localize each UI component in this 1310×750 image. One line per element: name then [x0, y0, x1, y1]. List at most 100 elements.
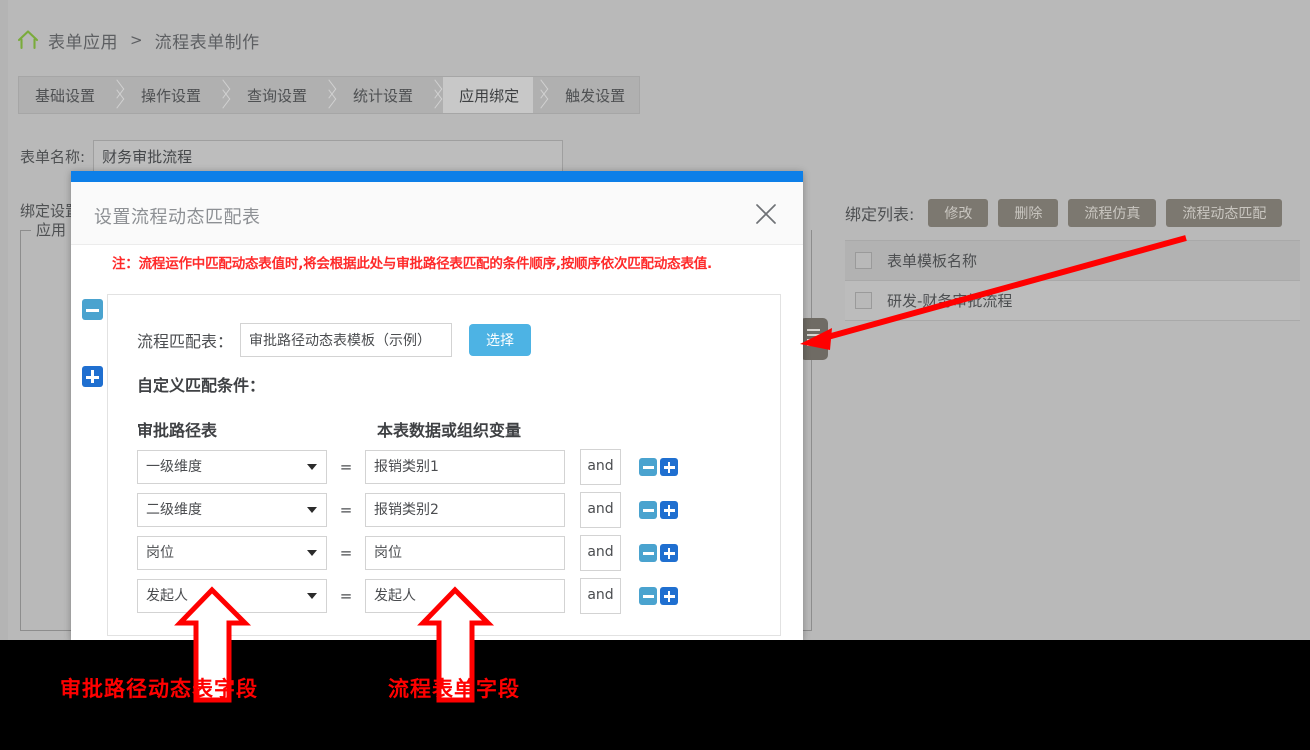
row-action-buttons [639, 501, 678, 519]
delete-button[interactable]: 删除 [998, 199, 1059, 227]
bind-list-title: 绑定列表: [845, 205, 915, 224]
tab-trigger-settings[interactable]: 触发设置 [549, 77, 639, 113]
minus-square-icon[interactable] [82, 299, 103, 320]
process-dynamic-match-button[interactable]: 流程动态匹配 [1166, 199, 1283, 227]
match-table-row: 流程匹配表： 审批路径动态表模板（示例） 选择 [137, 323, 532, 357]
tab-divider-icon [427, 77, 443, 113]
tab-query-settings[interactable]: 查询设置 [231, 77, 321, 113]
bind-list-table: 表单模板名称 研发-财务审批流程 [845, 240, 1300, 321]
row-checkbox[interactable] [855, 292, 872, 309]
tab-operation-settings[interactable]: 操作设置 [125, 77, 215, 113]
breadcrumb: 表单应用 > 流程表单制作 [16, 25, 260, 55]
approval-field-select[interactable]: 二级维度 [137, 493, 327, 527]
tab-basic-settings[interactable]: 基础设置 [19, 77, 109, 113]
edit-button[interactable]: 修改 [928, 199, 989, 227]
form-name-label: 表单名称: [20, 147, 86, 166]
approval-field-select[interactable]: 一级维度 [137, 450, 327, 484]
bottom-black-strip [0, 640, 1310, 750]
match-config-card: 流程匹配表： 审批路径动态表模板（示例） 选择 自定义匹配条件： 审批路径表 本… [107, 294, 781, 636]
pick-button[interactable]: 选择 [469, 324, 532, 356]
approval-field-value: 一级维度 [146, 459, 202, 475]
row-action-buttons [639, 544, 678, 562]
bind-list-panel: 绑定列表: 修改 删除 流程仿真 流程动态匹配 表单模板名称 研发-财务审批流程 [845, 196, 1300, 321]
dialog-body: 注：流程运作中匹配动态表值时,将会根据此处与审批路径表匹配的条件顺序,按顺序依次… [71, 245, 803, 641]
select-all-checkbox[interactable] [855, 252, 872, 269]
match-table-input[interactable]: 审批路径动态表模板（示例） [240, 323, 453, 357]
tab-label: 操作设置 [141, 86, 202, 105]
tab-label: 应用绑定 [459, 86, 520, 105]
minus-square-icon[interactable] [639, 458, 657, 476]
approval-field-value: 岗位 [146, 545, 174, 561]
tab-divider-icon [109, 77, 125, 113]
fieldset-top-cap [21, 230, 31, 231]
cell-template-name: 研发-财务审批流程 [887, 292, 1013, 310]
process-simulation-button[interactable]: 流程仿真 [1068, 199, 1157, 227]
conjunction-select[interactable]: and [580, 449, 621, 485]
tab-label: 统计设置 [353, 86, 414, 105]
condition-row: 二级维度 = 报销类别2 and [137, 492, 678, 528]
custom-condition-label: 自定义匹配条件： [137, 376, 266, 395]
table-header-row: 表单模板名称 [845, 241, 1300, 281]
form-name-row: 表单名称: 财务审批流程 [20, 140, 564, 172]
dynamic-match-dialog: 设置流程动态匹配表 注：流程运作中匹配动态表值时,将会根据此处与审批路径表匹配的… [71, 171, 803, 641]
approval-field-value: 二级维度 [146, 502, 202, 518]
plus-square-icon[interactable] [660, 458, 678, 476]
chevron-down-icon [307, 593, 317, 599]
tab-label: 查询设置 [247, 86, 308, 105]
minus-square-icon[interactable] [639, 544, 657, 562]
match-table-label: 流程匹配表： [137, 332, 234, 351]
row-action-buttons [639, 458, 678, 476]
chevron-down-icon [307, 550, 317, 556]
home-icon[interactable] [16, 28, 40, 52]
conjunction-select[interactable]: and [580, 535, 621, 571]
tree-toggle-column [82, 299, 106, 387]
plus-square-icon[interactable] [82, 366, 103, 387]
approval-field-select[interactable]: 发起人 [137, 579, 327, 613]
plus-square-icon[interactable] [660, 501, 678, 519]
form-name-input[interactable]: 财务审批流程 [93, 140, 564, 172]
operator-label: = [339, 458, 353, 476]
chevron-down-icon [307, 507, 317, 513]
close-icon[interactable] [751, 199, 781, 229]
approval-field-value: 发起人 [146, 588, 188, 604]
dialog-header: 设置流程动态匹配表 [71, 182, 803, 245]
plus-square-icon[interactable] [660, 544, 678, 562]
breadcrumb-separator: > [130, 31, 143, 49]
conjunction-select[interactable]: and [580, 492, 621, 528]
plus-square-icon[interactable] [660, 587, 678, 605]
tab-divider-icon [321, 77, 337, 113]
column-header-template-name: 表单模板名称 [887, 252, 978, 270]
settings-tabbar: 基础设置 操作设置 查询设置 统计设置 应用绑定 触发设置 [18, 76, 641, 114]
form-field-input[interactable]: 报销类别1 [365, 450, 565, 484]
dialog-accent-bar [71, 171, 803, 182]
fieldset-legend: 应用 [31, 219, 72, 240]
condition-row: 岗位 = 岗位 and [137, 535, 678, 571]
breadcrumb-root[interactable]: 表单应用 [48, 28, 118, 53]
tab-label: 触发设置 [565, 86, 626, 105]
breadcrumb-current: 流程表单制作 [154, 32, 260, 53]
operator-label: = [339, 544, 353, 562]
approval-field-select[interactable]: 岗位 [137, 536, 327, 570]
condition-row: 发起人 = 发起人 and [137, 578, 678, 614]
form-field-input[interactable]: 岗位 [365, 536, 565, 570]
minus-square-icon[interactable] [639, 501, 657, 519]
form-field-input[interactable]: 发起人 [365, 579, 565, 613]
list-lines-icon[interactable] [800, 318, 828, 360]
chevron-down-icon [307, 464, 317, 470]
operator-label: = [339, 587, 353, 605]
tab-app-binding[interactable]: 应用绑定 [443, 77, 534, 113]
conjunction-select[interactable]: and [580, 578, 621, 614]
tab-divider-icon [215, 77, 231, 113]
tab-statistics-settings[interactable]: 统计设置 [337, 77, 427, 113]
tab-label: 基础设置 [35, 86, 96, 105]
condition-row: 一级维度 = 报销类别1 and [137, 449, 678, 485]
column-header-form-variable: 本表数据或组织变量 [377, 421, 522, 440]
table-row[interactable]: 研发-财务审批流程 [845, 281, 1300, 321]
column-header-approval-path: 审批路径表 [137, 421, 218, 440]
dialog-title: 设置流程动态匹配表 [94, 207, 261, 228]
dialog-note: 注：流程运作中匹配动态表值时,将会根据此处与审批路径表匹配的条件顺序,按顺序依次… [112, 256, 712, 272]
screenshot-root: 表单应用 > 流程表单制作 基础设置 操作设置 查询设置 统计设置 应用绑定 触… [0, 0, 1310, 750]
minus-square-icon[interactable] [639, 587, 657, 605]
condition-list: 一级维度 = 报销类别1 and 二级维度 = 报销类别2 and 岗位 = 岗… [137, 449, 678, 622]
form-field-input[interactable]: 报销类别2 [365, 493, 565, 527]
